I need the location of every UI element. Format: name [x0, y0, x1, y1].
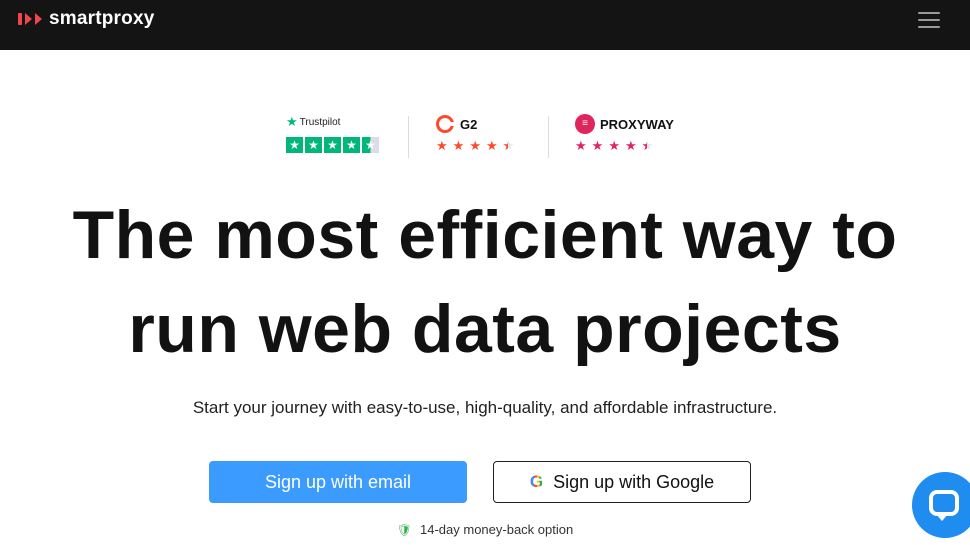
headline-line-1: The most efficient way to: [72, 197, 898, 273]
star-icon: ★: [624, 138, 637, 153]
trustpilot-rating[interactable]: ★ Trustpilot ★ ★ ★ ★ ★: [286, 112, 381, 160]
half-star-icon: ★: [503, 139, 515, 154]
sign-up-google-label: Sign up with Google: [553, 471, 715, 492]
star-icon: ★: [608, 138, 620, 153]
trustpilot-label: Trustpilot: [299, 116, 341, 128]
g2-logo-icon: [436, 115, 455, 133]
sign-up-google-button[interactable]: G Sign up with Google: [493, 461, 751, 503]
star-icon: ★: [324, 137, 341, 153]
hero-headline: The most efficient way to run web data p…: [0, 188, 970, 376]
logo-text: smartproxy: [49, 8, 155, 29]
logo-mark-icon: [18, 13, 42, 25]
star-icon: ★: [469, 138, 481, 153]
trustpilot-stars: ★ ★ ★ ★ ★: [286, 137, 381, 153]
proxyway-rating[interactable]: ≡ PROXYWAY ★ ★ ★ ★ ★: [575, 112, 685, 160]
star-icon: ★: [286, 137, 303, 153]
sign-up-email-label: Sign up with email: [264, 471, 412, 492]
hero-subtitle: Start your journey with easy-to-use, hig…: [192, 398, 778, 417]
top-navigation-bar: smartproxy: [0, 0, 970, 50]
headline-line-2: run web data projects: [128, 291, 842, 367]
trustpilot-star-icon: ★: [286, 114, 298, 129]
star-icon: ★: [452, 138, 465, 153]
star-icon: ★: [485, 138, 498, 153]
star-icon: ★: [436, 138, 448, 153]
sign-up-email-button[interactable]: Sign up with email: [209, 461, 467, 503]
g2-stars: ★ ★ ★ ★ ★: [436, 138, 526, 154]
hamburger-menu-icon[interactable]: [918, 12, 940, 28]
smartproxy-logo[interactable]: smartproxy: [18, 8, 155, 30]
live-chat-button[interactable]: [912, 472, 970, 538]
half-star-icon: ★: [362, 137, 379, 153]
guarantee-text: 14-day money-back option: [420, 522, 574, 537]
proxyway-label: PROXYWAY: [600, 116, 674, 132]
ratings-row: ★ Trustpilot ★ ★ ★ ★ ★ G2 ★ ★ ★ ★ ★ ≡ PR…: [0, 112, 970, 160]
star-icon: ★: [305, 137, 322, 153]
shield-check-icon: 🛡: [396, 522, 413, 537]
star-icon: ★: [591, 138, 604, 153]
divider: [408, 116, 409, 158]
proxyway-logo-icon: ≡: [575, 114, 595, 134]
divider: [548, 116, 549, 158]
star-icon: ★: [343, 137, 360, 153]
g2-rating[interactable]: G2 ★ ★ ★ ★ ★: [436, 112, 526, 160]
half-star-icon: ★: [642, 139, 654, 154]
g2-label: G2: [460, 116, 478, 132]
proxyway-stars: ★ ★ ★ ★ ★: [575, 138, 685, 154]
google-icon: G: [529, 472, 544, 491]
chat-bubble-icon: [929, 490, 959, 521]
money-back-guarantee: 🛡 14-day money-back option: [0, 522, 970, 537]
star-icon: ★: [575, 138, 587, 153]
